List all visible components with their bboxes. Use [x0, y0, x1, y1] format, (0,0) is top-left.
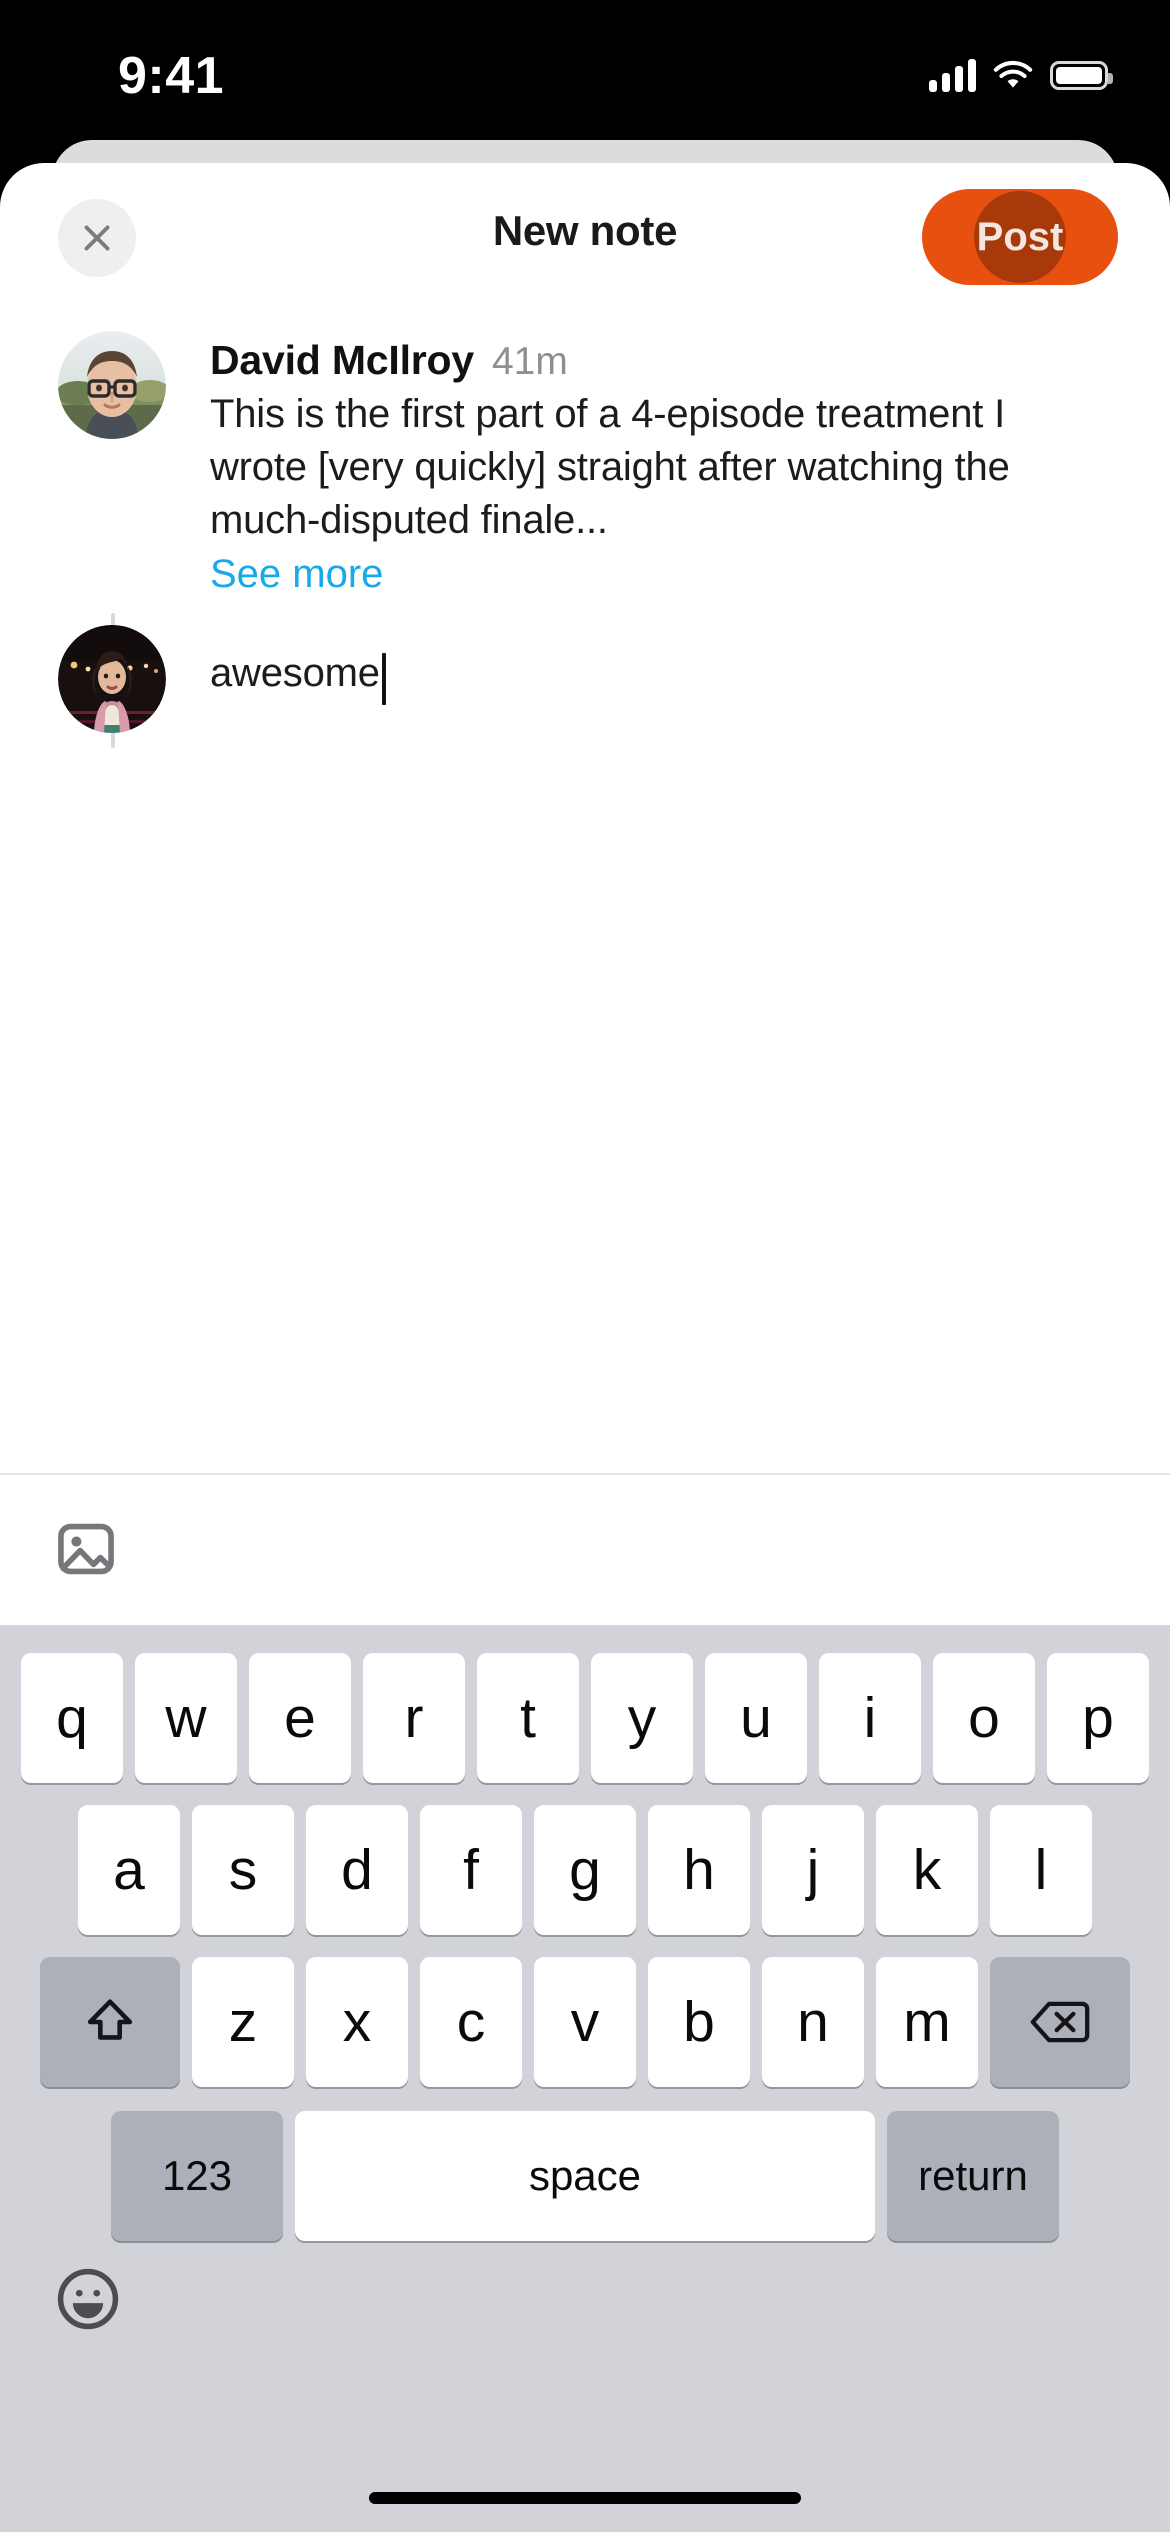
key-u[interactable]: u — [705, 1653, 807, 1783]
keyboard-row-4: 123 space return — [0, 2087, 1170, 2241]
photo-attachment-icon — [58, 1523, 114, 1575]
key-c[interactable]: c — [420, 1957, 522, 2087]
post-timestamp: 41m — [491, 340, 568, 383]
new-note-sheet: New note Post David McIlroy 41m This is … — [0, 163, 1170, 2532]
attach-image-button[interactable] — [48, 1511, 124, 1587]
key-z[interactable]: z — [192, 1957, 294, 2087]
key-o[interactable]: o — [933, 1653, 1035, 1783]
key-p[interactable]: p — [1047, 1653, 1149, 1783]
key-m[interactable]: m — [876, 1957, 978, 2087]
key-b[interactable]: b — [648, 1957, 750, 2087]
status-bar: 9:41 — [0, 0, 1170, 150]
original-post-row: David McIlroy 41m This is the first part… — [0, 313, 1170, 601]
phone-screen: 9:41 New note Post David McIlroy 41m Thi… — [0, 0, 1170, 2532]
emoji-button[interactable] — [48, 2259, 128, 2339]
post-author-row: David McIlroy 41m — [210, 337, 1070, 384]
home-indicator-bar — [369, 2492, 801, 2504]
keyboard-row-1: q w e r t y u i o p — [0, 1625, 1170, 1783]
key-f[interactable]: f — [420, 1805, 522, 1935]
key-v[interactable]: v — [534, 1957, 636, 2087]
text-cursor — [381, 652, 386, 705]
key-x[interactable]: x — [306, 1957, 408, 2087]
backspace-delete-icon — [1030, 2001, 1090, 2043]
key-r[interactable]: r — [363, 1653, 465, 1783]
shift-key[interactable] — [40, 1957, 180, 2087]
key-q[interactable]: q — [21, 1653, 123, 1783]
key-i[interactable]: i — [819, 1653, 921, 1783]
key-a[interactable]: a — [78, 1805, 180, 1935]
emoji-smiley-icon — [57, 2268, 119, 2330]
key-n[interactable]: n — [762, 1957, 864, 2087]
compose-toolbar — [0, 1475, 1170, 1625]
reply-input-text: awesome — [210, 650, 380, 695]
post-text: This is the first part of a 4-episode tr… — [210, 392, 1010, 543]
post-author-name[interactable]: David McIlroy — [210, 337, 474, 384]
numbers-key[interactable]: 123 — [111, 2111, 283, 2241]
avatar-current-user[interactable] — [58, 624, 166, 733]
key-t[interactable]: t — [477, 1653, 579, 1783]
battery-full-icon — [1050, 60, 1113, 90]
original-post-body: David McIlroy 41m This is the first part… — [210, 331, 1070, 601]
shift-arrow-icon — [87, 1999, 133, 2040]
return-key[interactable]: return — [887, 2111, 1059, 2241]
space-key[interactable]: space — [295, 2111, 875, 2241]
reply-body[interactable]: awesome — [210, 625, 386, 733]
key-s[interactable]: s — [192, 1805, 294, 1935]
key-k[interactable]: k — [876, 1805, 978, 1935]
keyboard-row-3: z x c v b n m — [0, 1935, 1170, 2087]
post-button[interactable]: Post — [922, 189, 1118, 285]
status-bar-time: 9:41 — [118, 47, 225, 105]
keyboard-utility-row — [0, 2241, 1170, 2371]
note-thread: David McIlroy 41m This is the first part… — [0, 313, 1170, 748]
post-button-label: Post — [976, 214, 1064, 259]
sheet-header: New note Post — [0, 163, 1170, 313]
key-h[interactable]: h — [648, 1805, 750, 1935]
key-l[interactable]: l — [990, 1805, 1092, 1935]
see-more-link[interactable]: See more — [210, 548, 1070, 601]
key-d[interactable]: d — [306, 1805, 408, 1935]
keyboard-row-2: a s d f g h j k l — [0, 1783, 1170, 1935]
avatar-david-mcilroy[interactable] — [58, 331, 166, 439]
key-y[interactable]: y — [591, 1653, 693, 1783]
reply-row: awesome — [0, 601, 1170, 733]
key-e[interactable]: e — [249, 1653, 351, 1783]
backspace-key[interactable] — [990, 1957, 1130, 2087]
key-g[interactable]: g — [534, 1805, 636, 1935]
wifi-icon — [993, 60, 1033, 88]
key-j[interactable]: j — [762, 1805, 864, 1935]
status-bar-indicators — [929, 58, 1113, 92]
on-screen-keyboard: q w e r t y u i o p a s d f g h j k l z … — [0, 1625, 1170, 2532]
key-w[interactable]: w — [135, 1653, 237, 1783]
cellular-bars-icon — [929, 58, 976, 92]
